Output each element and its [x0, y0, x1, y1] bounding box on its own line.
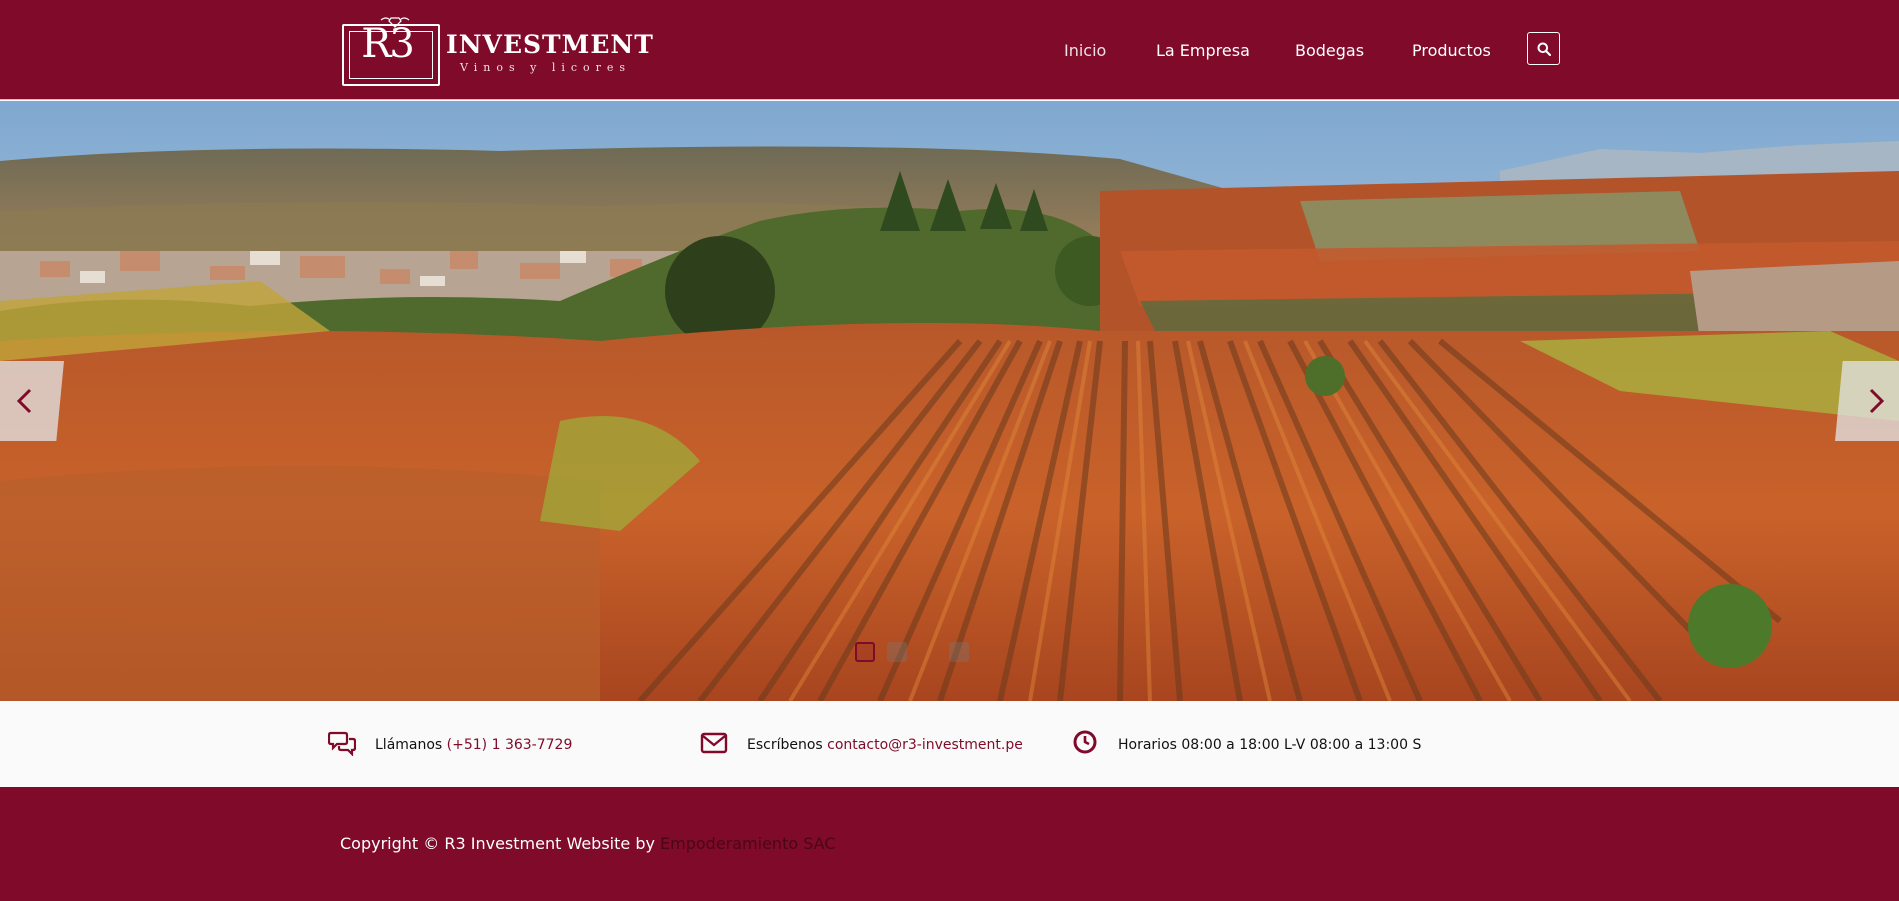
clock-icon: [1073, 730, 1097, 754]
hours-text: Horarios 08:00 a 18:00 L-V 08:00 a 13:00…: [1118, 737, 1422, 753]
phone-text: Llámanos (+51) 1 363-7729: [375, 736, 572, 754]
logo-monogram: R3: [361, 21, 415, 67]
vineyard-landscape-image: [0, 101, 1899, 701]
site-footer: Copyright © R3 Investment Website by Emp…: [0, 787, 1899, 901]
contact-info-bar: Llámanos (+51) 1 363-7729 Escríbenos con…: [0, 701, 1899, 787]
slider-dot-2[interactable]: [887, 642, 907, 662]
chevron-right-icon: [1869, 388, 1885, 414]
chevron-left-icon: [16, 388, 32, 414]
chat-bubbles-icon: [328, 731, 356, 756]
nav-item-la-empresa[interactable]: La Empresa: [1156, 40, 1250, 62]
phone-label: Llámanos: [375, 737, 443, 753]
hero-slider: [0, 101, 1899, 701]
nav-item-bodegas[interactable]: Bodegas: [1295, 40, 1364, 62]
email-link[interactable]: contacto@r3-investment.pe: [827, 737, 1023, 753]
nav-item-productos[interactable]: Productos: [1412, 40, 1491, 62]
phone-link[interactable]: (+51) 1 363-7729: [447, 737, 573, 753]
search-icon: [1537, 42, 1551, 56]
author-link[interactable]: Empoderamiento SAC: [660, 834, 835, 853]
email-label: Escríbenos: [747, 737, 823, 753]
site-header: R3 INVESTMENT Vinos y licores Inicio La …: [0, 0, 1899, 100]
envelope-icon: [700, 732, 728, 754]
slider-dot-3[interactable]: [949, 642, 969, 662]
email-text: Escríbenos contacto@r3-investment.pe: [747, 736, 1023, 754]
slider-next-button[interactable]: [1835, 361, 1899, 441]
logo-name: INVESTMENT: [446, 30, 654, 59]
slider-dot-1[interactable]: [855, 642, 875, 662]
search-button[interactable]: [1527, 32, 1560, 65]
nav-item-inicio[interactable]: Inicio: [1064, 40, 1106, 62]
slider-prev-button[interactable]: [0, 361, 64, 441]
site-logo[interactable]: R3 INVESTMENT Vinos y licores: [340, 14, 653, 88]
copyright-text: Copyright © R3 Investment Website by: [340, 834, 655, 853]
copyright-notice: Copyright © R3 Investment Website by Emp…: [340, 833, 836, 855]
logo-tagline: Vinos y licores: [460, 61, 632, 74]
